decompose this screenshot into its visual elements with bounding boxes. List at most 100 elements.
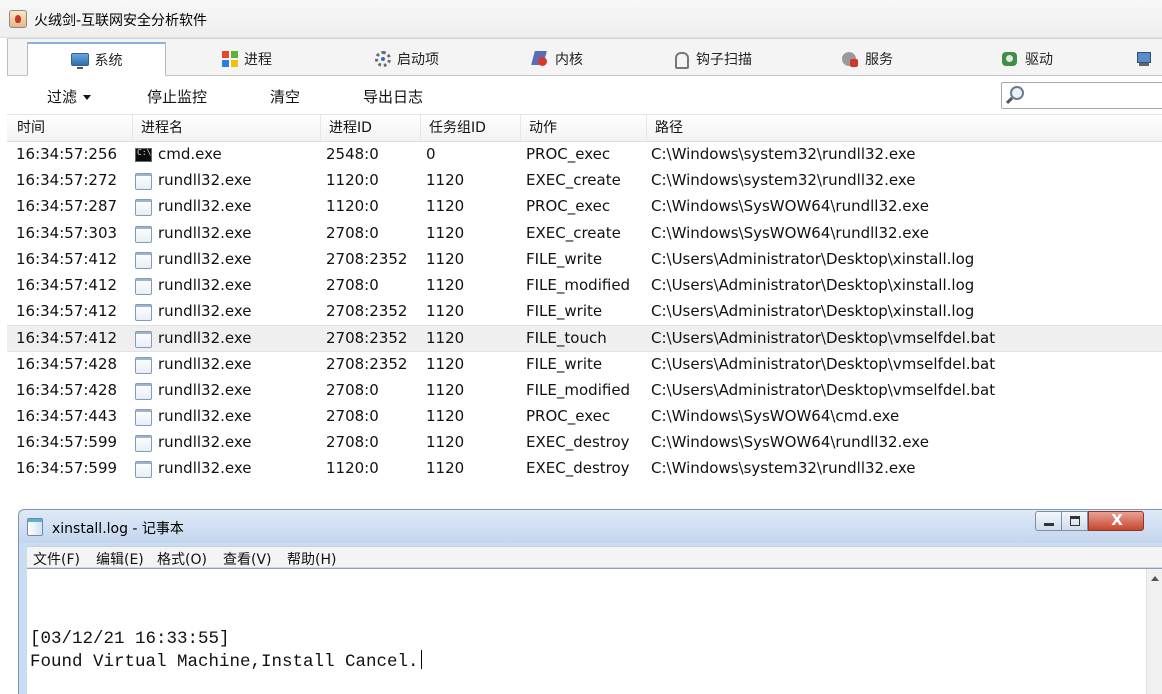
notepad-window: xinstall.log - 记事本 X 文件(F) 编辑(E) 格式(O) 查… [18,509,1162,694]
tab-label: 进程 [244,52,272,68]
tab-label: 钩子扫描 [696,52,752,68]
tab-drivers[interactable]: 驱动 [967,42,1087,76]
cell-process-name: rundll32.exe [158,276,252,294]
notepad-titlebar[interactable]: xinstall.log - 记事本 X [19,510,1162,543]
cell-time: 16:34:57:412 [16,329,118,348]
cell-task-group-id: 1120 [426,329,465,348]
table-row[interactable]: 16:34:57:272 rundll32.exe 1120:0 1120 EXEC_c… [7,168,1162,194]
vertical-scrollbar[interactable] [1146,569,1162,694]
file-icon [135,173,152,191]
menu-view[interactable]: 查看(V) [223,549,272,569]
menu-help[interactable]: 帮助(H) [287,549,336,569]
cell-action: FILE_write [526,354,603,373]
menu-format[interactable]: 格式(O) [157,549,207,569]
search-icon[interactable] [1010,86,1024,100]
table-row[interactable]: 16:34:57:303 rundll32.exe 2708:0 1120 EXEC_c… [7,221,1162,247]
close-button[interactable]: X [1088,511,1144,531]
column-header-process-name[interactable]: 进程名 [133,115,321,142]
cell-path: C:\Users\Administrator\Desktop\xinstall.… [651,249,975,268]
file-icon [135,461,152,479]
windows-flag-icon [222,51,238,67]
cell-path: C:\Users\Administrator\Desktop\vmselfdel… [651,380,996,399]
tab-network[interactable] [1127,42,1162,76]
cell-process-id: 2708:0 [326,223,379,242]
column-header-task-group-id[interactable]: 任务组ID [421,115,521,142]
column-header-action[interactable]: 动作 [521,115,647,142]
cell-task-group-id: 1120 [426,433,465,452]
cell-action: EXEC_create [526,223,621,242]
chevron-down-icon [83,95,92,100]
menu-file[interactable]: 文件(F) [33,549,80,569]
stop-monitor-button[interactable]: 停止监控 [147,86,207,107]
clear-button[interactable]: 清空 [270,86,300,107]
filter-button[interactable]: 过滤 [47,86,92,107]
notepad-text-area[interactable]: [03/12/21 16:33:55] Found Virtual Machine… [27,568,1162,694]
cell-task-group-id: 1120 [426,380,465,399]
cell-process-id: 2708:2352 [326,354,408,373]
tab-kernel[interactable]: 内核 [497,42,617,76]
cell-path: C:\Windows\SysWOW64\cmd.exe [651,407,900,425]
table-row[interactable]: 16:34:57:412 rundll32.exe 2708:2352 1120 FIL… [7,299,1162,325]
tab-process[interactable]: 进程 [187,42,307,76]
cell-time: 16:34:57:256 [16,145,118,163]
kernel-icon [531,51,549,67]
cell-process-id: 2708:0 [326,276,379,294]
table-row[interactable]: 16:34:57:428 rundll32.exe 2708:2352 1120 FIL… [7,352,1162,378]
cell-path: C:\Windows\SysWOW64\rundll32.exe [651,223,929,242]
cell-time: 16:34:57:272 [16,171,118,190]
cell-path: C:\Users\Administrator\Desktop\xinstall.… [651,302,975,321]
cell-path: C:\Windows\SysWOW64\rundll32.exe [651,433,929,452]
cell-process-id: 2708:0 [326,433,379,452]
table-row[interactable]: 16:34:57:599 rundll32.exe 1120:0 1120 EXEC_d… [7,456,1162,482]
cell-task-group-id: 1120 [426,302,465,321]
table-row[interactable]: 16:34:57:412 rundll32.exe 2708:2352 1120 FIL… [7,325,1162,352]
cell-action: PROC_exec [526,145,611,163]
file-icon [135,331,152,349]
column-header-process-id[interactable]: 进程ID [321,115,421,142]
column-header-time[interactable]: 时间 [9,115,133,142]
cell-task-group-id: 1120 [426,197,465,216]
table-row[interactable]: 16:34:57:428 rundll32.exe 2708:0 1120 FILE_m… [7,378,1162,404]
table-row[interactable]: 16:34:57:599 rundll32.exe 2708:0 1120 EXEC_d… [7,430,1162,456]
minimize-button[interactable] [1035,511,1062,531]
maximize-icon [1070,516,1080,526]
cell-process-id: 1120:0 [326,459,379,478]
notepad-content[interactable]: [03/12/21 16:33:55] Found Virtual Machine… [30,628,422,673]
menu-edit[interactable]: 编辑(E) [96,549,144,569]
cell-action: EXEC_destroy [526,459,630,478]
cell-action: FILE_write [526,249,603,268]
cell-action: FILE_modified [526,380,631,399]
cell-process-id: 1120:0 [326,171,379,190]
driver-icon [1001,51,1019,67]
column-header-path[interactable]: 路径 [647,115,1162,142]
cell-task-group-id: 1120 [426,459,465,478]
tab-label: 驱动 [1025,52,1053,68]
search-input[interactable] [1032,86,1162,105]
table-row[interactable]: 16:34:57:412 rundll32.exe 2708:2352 1120 FIL… [7,247,1162,273]
file-icon [135,409,152,426]
cell-time: 16:34:57:599 [16,459,118,478]
table-row[interactable]: 16:34:57:443 rundll32.exe 2708:0 1120 PROC_e… [7,404,1162,430]
cell-path: C:\Windows\system32\rundll32.exe [651,171,916,190]
table-row[interactable]: 16:34:57:287 rundll32.exe 1120:0 1120 PROC_e… [7,194,1162,220]
tab-system[interactable]: 系统 [27,42,166,76]
maximize-button[interactable] [1061,511,1088,531]
cell-time: 16:34:57:428 [16,380,118,399]
cell-action: PROC_exec [526,407,611,425]
export-log-button[interactable]: 导出日志 [363,86,423,107]
toolbar: 过滤 停止监控 清空 导出日志 [7,78,1162,114]
file-icon [135,199,152,217]
tab-services[interactable]: 服务 [807,42,927,76]
file-icon [135,382,152,400]
file-icon [135,251,152,269]
scroll-up-arrow-icon[interactable] [1151,576,1159,581]
search-box[interactable] [1001,82,1162,109]
main-titlebar[interactable]: 火绒剑-互联网安全分析软件 [0,0,1162,38]
cell-path: C:\Users\Administrator\Desktop\vmselfdel… [651,354,996,373]
table-row[interactable]: 16:34:57:256 cmd.exe 2548:0 0 PROC_exec C:\Wi… [7,142,1162,168]
tab-hook-scan[interactable]: 钩子扫描 [647,42,777,76]
tab-startup[interactable]: 启动项 [337,42,477,76]
cell-task-group-id: 1120 [426,171,465,190]
log-line-current: Found Virtual Machine,Install Cancel. [30,650,422,673]
table-row[interactable]: 16:34:57:412 rundll32.exe 2708:0 1120 FILE_m… [7,273,1162,299]
